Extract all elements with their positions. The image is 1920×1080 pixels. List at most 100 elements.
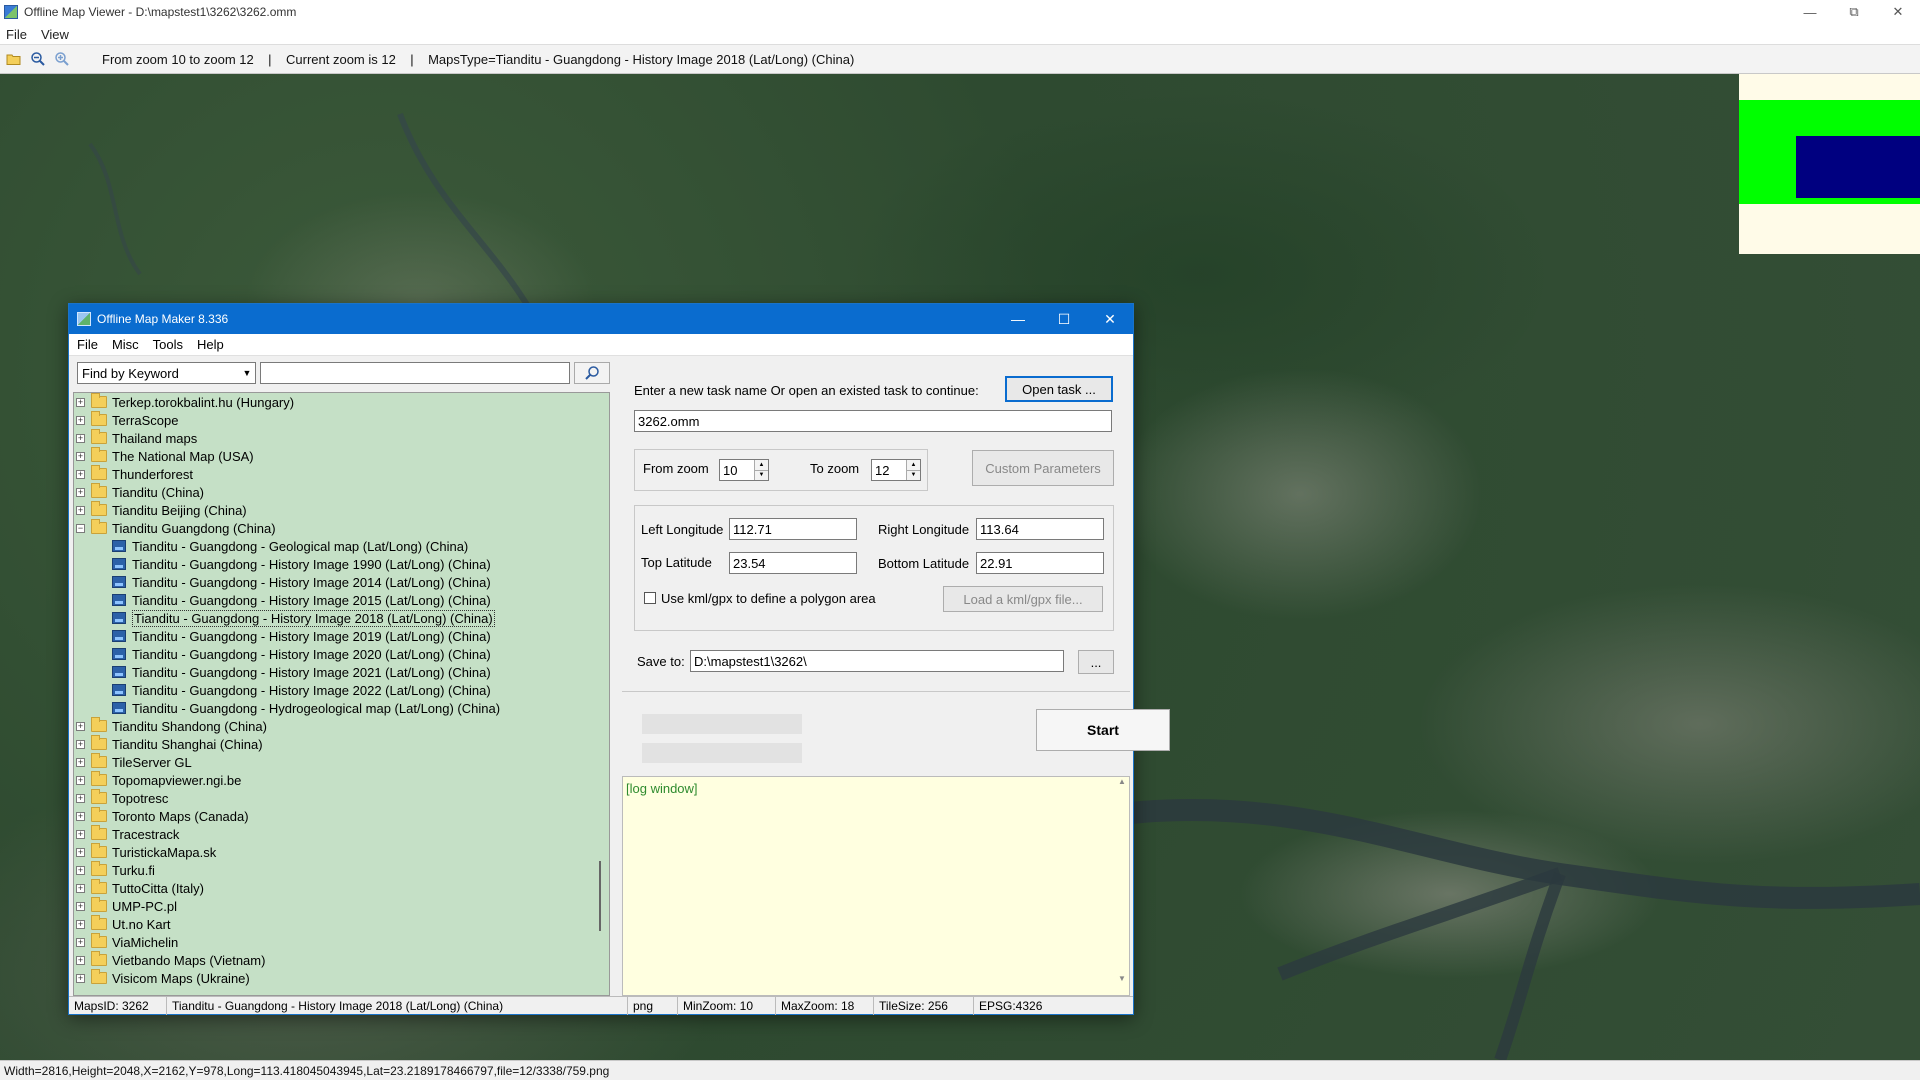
map-provider-folder[interactable]: + TuttoCitta (Italy)	[74, 879, 609, 897]
search-input[interactable]	[260, 362, 571, 384]
load-kml-button[interactable]: Load a kml/gpx file...	[943, 586, 1103, 612]
kml-checkbox[interactable]	[644, 592, 656, 604]
expand-icon[interactable]: +	[76, 397, 85, 407]
map-provider-folder[interactable]: + The National Map (USA)	[74, 447, 609, 465]
dialog-menu-tools[interactable]: Tools	[153, 337, 183, 352]
save-path-input[interactable]: D:\mapstest1\3262\	[690, 650, 1064, 672]
top-latitude-input[interactable]: 23.54	[729, 552, 857, 574]
expand-icon[interactable]: +	[76, 415, 85, 425]
map-provider-folder[interactable]: + Terkep.torokbalint.hu (Hungary)	[74, 393, 609, 411]
map-provider-folder[interactable]: + Visicom Maps (Ukraine)	[74, 969, 609, 987]
bottom-latitude-input[interactable]: 22.91	[976, 552, 1104, 574]
map-source-tree[interactable]: + Terkep.torokbalint.hu (Hungary) + TerraSc…	[73, 392, 610, 996]
scroll-up-icon[interactable]: ▲	[1115, 777, 1129, 786]
map-provider-folder[interactable]: + TileServer GL	[74, 753, 609, 771]
expand-icon[interactable]: +	[76, 721, 85, 731]
expand-icon[interactable]: +	[76, 955, 85, 965]
expand-icon[interactable]: +	[76, 433, 85, 443]
custom-parameters-button[interactable]: Custom Parameters	[972, 450, 1114, 486]
map-source-item[interactable]: Tianditu - Guangdong - History Image 202…	[74, 663, 609, 681]
to-zoom-spinner[interactable]: 12 ▲ ▼	[871, 459, 921, 481]
expand-icon[interactable]: +	[76, 487, 85, 497]
zoom-out-icon[interactable]	[28, 49, 48, 69]
open-task-button[interactable]: Open task ...	[1005, 376, 1113, 402]
map-provider-folder[interactable]: + TuristickaMapa.sk	[74, 843, 609, 861]
expand-icon[interactable]: +	[76, 883, 85, 893]
map-provider-folder[interactable]: + Tianditu (China)	[74, 483, 609, 501]
scroll-down-icon[interactable]: ▼	[1115, 974, 1129, 983]
from-zoom-spinner[interactable]: 10 ▲ ▼	[719, 459, 769, 481]
map-provider-folder[interactable]: + Thailand maps	[74, 429, 609, 447]
left-longitude-input[interactable]: 112.71	[729, 518, 857, 540]
right-longitude-input[interactable]: 113.64	[976, 518, 1104, 540]
start-button[interactable]: Start	[1036, 709, 1170, 751]
overview-viewport[interactable]	[1796, 136, 1920, 198]
menu-view[interactable]: View	[41, 27, 69, 42]
map-provider-folder[interactable]: + TerraScope	[74, 411, 609, 429]
map-provider-folder[interactable]: + Turku.fi	[74, 861, 609, 879]
close-button[interactable]: ✕	[1876, 0, 1920, 24]
zoom-in-icon[interactable]	[52, 49, 72, 69]
map-provider-folder[interactable]: + Tianditu Beijing (China)	[74, 501, 609, 519]
expand-icon[interactable]: +	[76, 973, 85, 983]
search-mode-select[interactable]: Find by Keyword ▼	[77, 362, 256, 384]
dialog-maximize-button[interactable]: ☐	[1041, 304, 1087, 334]
map-source-item[interactable]: Tianditu - Guangdong - History Image 201…	[74, 609, 609, 627]
map-source-item[interactable]: Tianditu - Guangdong - Geological map (L…	[74, 537, 609, 555]
map-provider-folder[interactable]: − Tianditu Guangdong (China)	[74, 519, 609, 537]
task-name-input[interactable]: 3262.omm	[634, 410, 1112, 432]
expand-icon[interactable]: +	[76, 451, 85, 461]
dialog-close-button[interactable]: ✕	[1087, 304, 1133, 334]
expand-icon[interactable]: +	[76, 793, 85, 803]
search-button[interactable]	[574, 362, 610, 384]
expand-icon[interactable]: +	[76, 901, 85, 911]
spin-up-icon[interactable]: ▲	[755, 460, 768, 470]
map-provider-folder[interactable]: + Tracestrack	[74, 825, 609, 843]
expand-icon[interactable]: +	[76, 811, 85, 821]
tree-scrollbar[interactable]	[593, 393, 609, 995]
dialog-menu-file[interactable]: File	[77, 337, 98, 352]
map-provider-folder[interactable]: + Thunderforest	[74, 465, 609, 483]
spin-down-icon[interactable]: ▼	[907, 469, 920, 480]
overview-minimap[interactable]	[1739, 74, 1920, 254]
map-provider-folder[interactable]: + Tianditu Shanghai (China)	[74, 735, 609, 753]
map-source-item[interactable]: Tianditu - Guangdong - History Image 201…	[74, 627, 609, 645]
open-folder-icon[interactable]	[4, 49, 24, 69]
restore-button[interactable]: ⧉	[1832, 0, 1876, 24]
map-provider-folder[interactable]: + Toronto Maps (Canada)	[74, 807, 609, 825]
map-source-item[interactable]: Tianditu - Guangdong - History Image 202…	[74, 681, 609, 699]
map-source-item[interactable]: Tianditu - Guangdong - Hydrogeological m…	[74, 699, 609, 717]
minimize-button[interactable]: —	[1788, 0, 1832, 24]
expand-icon[interactable]: +	[76, 775, 85, 785]
tree-scroll-thumb[interactable]	[599, 861, 601, 931]
expand-icon[interactable]: +	[76, 469, 85, 479]
map-source-item[interactable]: Tianditu - Guangdong - History Image 199…	[74, 555, 609, 573]
expand-icon[interactable]: +	[76, 865, 85, 875]
map-provider-folder[interactable]: + Topotresc	[74, 789, 609, 807]
spin-down-icon[interactable]: ▼	[755, 469, 768, 480]
expand-icon[interactable]: +	[76, 919, 85, 929]
map-provider-folder[interactable]: + Ut.no Kart	[74, 915, 609, 933]
expand-icon[interactable]: +	[76, 505, 85, 515]
expand-icon[interactable]: +	[76, 829, 85, 839]
map-source-item[interactable]: Tianditu - Guangdong - History Image 201…	[74, 591, 609, 609]
map-source-item[interactable]: Tianditu - Guangdong - History Image 202…	[74, 645, 609, 663]
menu-file[interactable]: File	[6, 27, 27, 42]
map-provider-folder[interactable]: + Vietbando Maps (Vietnam)	[74, 951, 609, 969]
map-provider-folder[interactable]: + ViaMichelin	[74, 933, 609, 951]
spin-up-icon[interactable]: ▲	[907, 460, 920, 470]
log-scrollbar[interactable]: ▲ ▼	[1115, 777, 1129, 995]
map-provider-folder[interactable]: + Topomapviewer.ngi.be	[74, 771, 609, 789]
map-source-item[interactable]: Tianditu - Guangdong - History Image 201…	[74, 573, 609, 591]
dialog-menu-misc[interactable]: Misc	[112, 337, 139, 352]
expand-icon[interactable]: +	[76, 847, 85, 857]
map-provider-folder[interactable]: + UMP-PC.pl	[74, 897, 609, 915]
expand-icon[interactable]: +	[76, 757, 85, 767]
dialog-menu-help[interactable]: Help	[197, 337, 224, 352]
expand-icon[interactable]: +	[76, 739, 85, 749]
expand-icon[interactable]: +	[76, 937, 85, 947]
collapse-icon[interactable]: −	[76, 523, 85, 533]
log-window[interactable]: [log window] ▲ ▼	[622, 776, 1130, 996]
browse-button[interactable]: ...	[1078, 650, 1114, 674]
dialog-minimize-button[interactable]: —	[995, 304, 1041, 334]
